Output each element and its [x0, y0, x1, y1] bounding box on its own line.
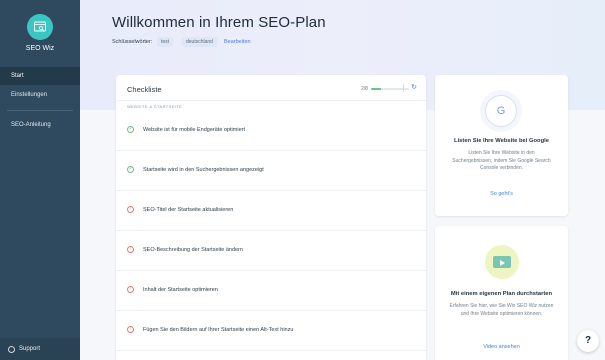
refresh-icon[interactable]: ↻	[410, 84, 418, 92]
support-label: Support	[19, 346, 41, 352]
checklist-section-label: WEBSITE & STARTSEITE	[127, 104, 183, 109]
plan-card: Mit einem eigenen Plan durchstarten Erfa…	[435, 226, 568, 360]
checklist-item-text: SEO-Beschreibung der Startseite ändern	[143, 247, 243, 253]
sidebar: SEO Wiz Start Einstellungen SEO-Anleitun…	[0, 0, 80, 360]
google-search-console-card: G Listen Sie Ihre Website bei Google Lis…	[435, 75, 568, 216]
checklist-item[interactable]: ✓ Website ist für mobile Endgeräte optim…	[116, 111, 426, 151]
checklist-title: Checkliste	[127, 85, 162, 94]
plan-card-description: Erfahren Sie hier, wie Sie Wix SEO Wiz n…	[449, 303, 554, 317]
plan-card-title: Mit einem eigenen Plan durchstarten	[450, 291, 553, 297]
checklist-item[interactable]: ✓ Startseite wird in den Suchergebnissen…	[116, 151, 426, 191]
page-title: Willkommen in Ihrem SEO-Plan	[112, 14, 326, 31]
sidebar-item-start[interactable]: Start	[0, 67, 80, 85]
app-name: SEO Wiz	[25, 45, 55, 52]
video-illustration-icon	[485, 245, 519, 279]
checklist-item-text: Website ist für mobile Endgeräte optimie…	[143, 127, 245, 133]
checklist-item-text: Fügen Sie den Bildern auf Ihrer Startsei…	[143, 327, 294, 333]
checklist-header-divider	[116, 100, 426, 101]
checklist-item[interactable]: ! Inhalt der Startseite optimieren	[116, 271, 426, 311]
support-button[interactable]: Support	[0, 338, 80, 360]
help-button[interactable]: ?	[577, 330, 599, 352]
warning-icon: !	[127, 246, 134, 253]
checklist-item[interactable]: ! Fügen Sie den Bildern auf Ihrer Starts…	[116, 311, 426, 351]
checklist-item-text: Inhalt der Startseite optimieren	[143, 287, 218, 293]
sidebar-item-seo-anleitung[interactable]: SEO-Anleitung	[0, 116, 80, 134]
google-card-title: Listen Sie Ihre Website bei Google	[454, 138, 549, 144]
checklist-item[interactable]: ! SEO-Beschreibung der Startseite ändern	[116, 231, 426, 271]
warning-icon: !	[127, 286, 134, 293]
warning-icon: !	[127, 206, 134, 213]
keyword-tag: deutschland	[182, 37, 217, 47]
sidebar-item-einstellungen[interactable]: Einstellungen	[0, 86, 80, 104]
checklist-item-text: SEO-Titel der Startseite aktualisieren	[143, 207, 234, 213]
support-icon	[8, 345, 15, 353]
check-icon: ✓	[127, 166, 134, 173]
warning-icon: !	[127, 326, 134, 333]
checklist-item-text: Startseite wird in den Suchergebnissen a…	[143, 167, 264, 173]
checklist-progress-fill	[371, 88, 381, 90]
checklist-item[interactable]: ! SEO-Titel der Startseite aktualisieren	[116, 191, 426, 231]
keywords-label: Schlüsselwörter:	[112, 39, 153, 45]
checklist-card: Checkliste 2/8 ↻ WEBSITE & STARTSEITE ✓ …	[116, 75, 426, 360]
checklist-count: 2/8	[361, 86, 368, 92]
watch-video-link[interactable]: Video ansehen	[435, 344, 568, 350]
keyword-tag: test	[157, 37, 174, 47]
google-icon-letter: G	[496, 105, 506, 117]
check-icon: ✓	[127, 126, 134, 133]
header-separator	[403, 84, 404, 92]
edit-keywords-link[interactable]: Bearbeiten	[224, 39, 251, 45]
google-card-description: Listen Sie Ihre Website in den Suchergeb…	[452, 150, 551, 171]
seo-wiz-logo-icon	[27, 14, 53, 40]
google-icon: G	[485, 95, 517, 127]
sidebar-divider	[7, 110, 73, 111]
how-it-works-link[interactable]: So geht's	[435, 191, 568, 197]
